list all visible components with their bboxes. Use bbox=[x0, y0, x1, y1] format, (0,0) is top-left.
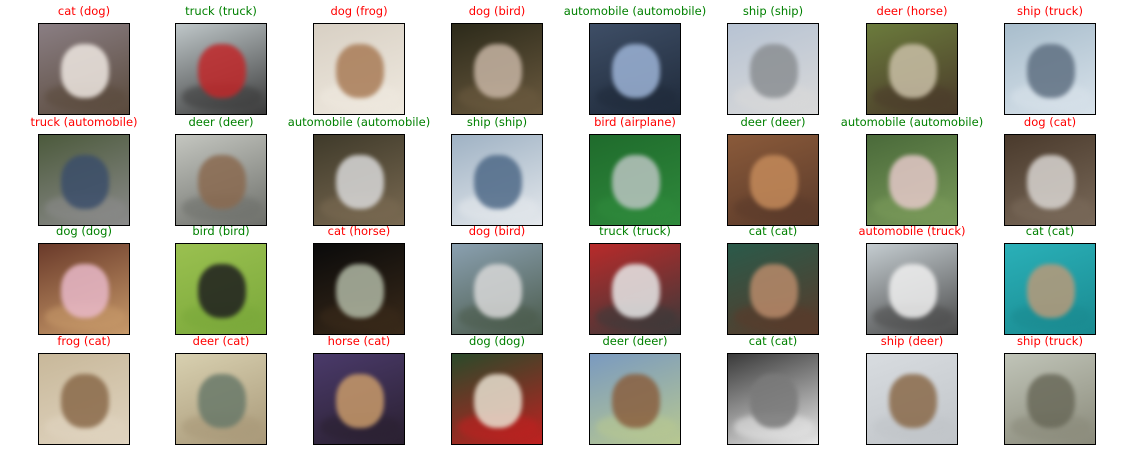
sample-image bbox=[313, 243, 405, 335]
prediction-label: cat (cat) bbox=[1025, 224, 1075, 238]
sample-image bbox=[175, 353, 267, 445]
sample-image bbox=[866, 23, 958, 115]
sample-image bbox=[1004, 134, 1096, 226]
sample-image bbox=[866, 353, 958, 445]
sample-image bbox=[727, 134, 819, 226]
prediction-grid: cat (dog) truck (truck) dog (frog) dog (bir… bbox=[0, 0, 1122, 468]
sample-image bbox=[1004, 23, 1096, 115]
sample-image bbox=[38, 134, 130, 226]
sample-image bbox=[313, 134, 405, 226]
sample-image bbox=[866, 134, 958, 226]
sample-image bbox=[313, 353, 405, 445]
sample-image bbox=[727, 353, 819, 445]
sample-image bbox=[175, 134, 267, 226]
sample-image bbox=[589, 353, 681, 445]
sample-image bbox=[38, 243, 130, 335]
sample-image bbox=[1004, 243, 1096, 335]
sample-image bbox=[38, 353, 130, 445]
prediction-label: dog (cat) bbox=[1023, 115, 1077, 129]
sample-image bbox=[313, 23, 405, 115]
sample-image bbox=[589, 243, 681, 335]
sample-image bbox=[1004, 353, 1096, 445]
sample-image bbox=[451, 243, 543, 335]
sample-image bbox=[451, 23, 543, 115]
sample-image bbox=[38, 23, 130, 115]
prediction-label: ship (truck) bbox=[1017, 334, 1083, 348]
sample-image bbox=[175, 243, 267, 335]
sample-image bbox=[451, 134, 543, 226]
sample-image bbox=[727, 243, 819, 335]
sample-image bbox=[451, 353, 543, 445]
prediction-label: ship (truck) bbox=[1017, 4, 1083, 18]
sample-image bbox=[727, 23, 819, 115]
sample-image bbox=[589, 23, 681, 115]
sample-image bbox=[866, 243, 958, 335]
sample-image bbox=[589, 134, 681, 226]
sample-image bbox=[175, 23, 267, 115]
